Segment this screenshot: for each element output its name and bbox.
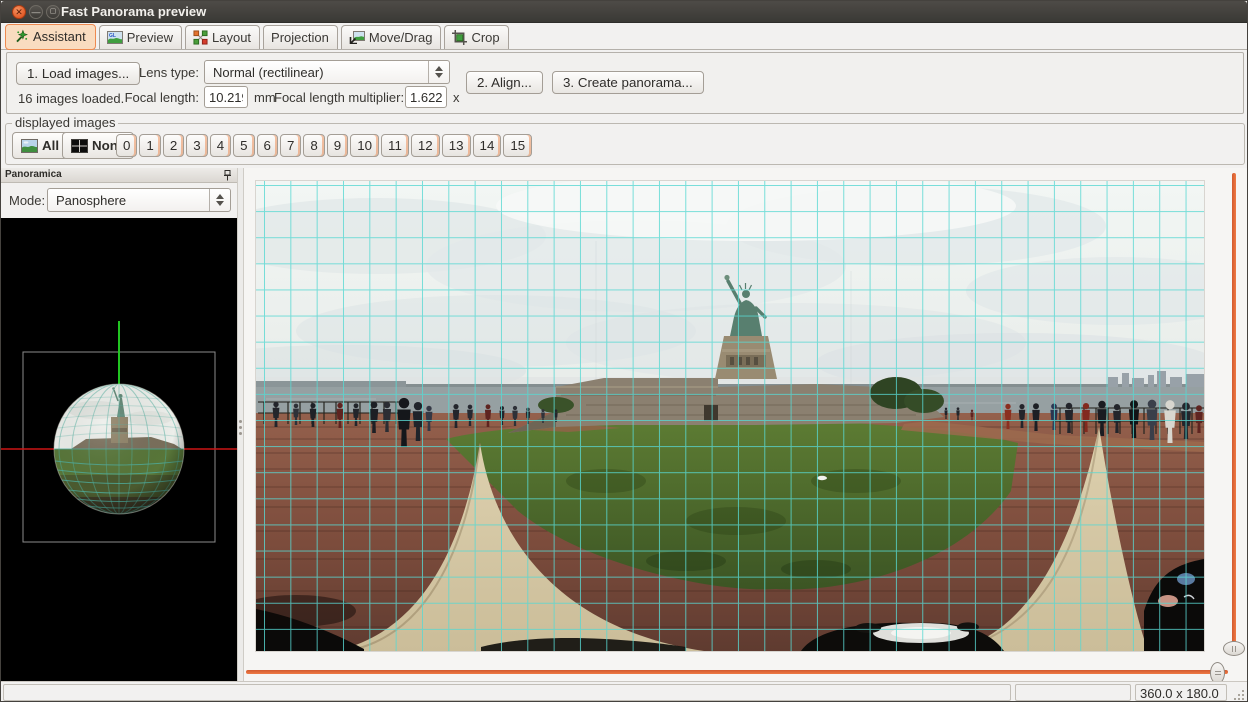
tab-layout[interactable]: Layout bbox=[185, 25, 260, 49]
pano-size-field: 360.0 x 180.0 bbox=[1135, 684, 1227, 701]
panorama-render bbox=[256, 181, 1204, 651]
panel-title: Panoramica bbox=[5, 169, 62, 180]
pitch-slider[interactable] bbox=[1230, 173, 1238, 663]
status-middle-field bbox=[1015, 684, 1131, 701]
image-toggle-4[interactable]: 4 bbox=[210, 134, 231, 157]
mode-label: Mode: bbox=[9, 193, 45, 208]
focal-multiplier-label: Focal length multiplier: bbox=[274, 90, 404, 105]
move-image-icon bbox=[349, 31, 365, 44]
panel-splitter[interactable] bbox=[237, 168, 244, 681]
tab-crop[interactable]: Crop bbox=[444, 25, 508, 49]
status-message-field bbox=[3, 684, 1011, 701]
landscape-thumbnail-icon bbox=[21, 139, 38, 153]
focal-length-unit: mm bbox=[254, 90, 276, 105]
image-toggle-row: 0 1 2 3 4 5 6 7 8 9 10 11 12 13 14 15 bbox=[116, 134, 532, 157]
maximize-icon[interactable]: ▢ bbox=[46, 5, 60, 19]
tab-label: Assistant bbox=[33, 29, 86, 44]
panosphere-3d-view[interactable] bbox=[1, 218, 237, 681]
lens-type-combobox[interactable]: Normal (rectilinear) bbox=[204, 60, 450, 84]
tab-move-drag[interactable]: Move/Drag bbox=[341, 25, 442, 49]
focal-multiplier-input[interactable] bbox=[405, 86, 447, 108]
image-toggle-8[interactable]: 8 bbox=[303, 134, 324, 157]
tab-bar: Assistant GL Preview Layout Projection bbox=[1, 24, 1247, 50]
crop-image-icon bbox=[452, 30, 467, 45]
preview-area bbox=[244, 168, 1248, 681]
spinner-arrows-icon bbox=[209, 189, 230, 211]
image-toggle-7[interactable]: 7 bbox=[280, 134, 301, 157]
pin-icon[interactable] bbox=[223, 170, 232, 181]
panorama-canvas[interactable] bbox=[256, 181, 1204, 651]
sphere bbox=[54, 384, 184, 517]
displayed-images-group: displayed images All None 0 1 2 3 4 5 6 … bbox=[5, 123, 1245, 165]
layout-grid-icon bbox=[193, 30, 208, 45]
fast-panorama-preview-window: ✕ — ▢ Fast Panorama preview Assistant GL… bbox=[0, 0, 1248, 702]
black-thumbnail-icon bbox=[71, 139, 88, 153]
gl-landscape-icon: GL bbox=[107, 31, 123, 44]
show-all-label: All bbox=[42, 138, 59, 153]
focal-multiplier-unit: x bbox=[453, 90, 460, 105]
wand-icon bbox=[14, 29, 29, 44]
pitch-slider-track[interactable] bbox=[1232, 173, 1236, 651]
image-toggle-12[interactable]: 12 bbox=[411, 134, 440, 157]
image-toggle-13[interactable]: 13 bbox=[442, 134, 471, 157]
load-images-button[interactable]: 1. Load images... bbox=[16, 62, 140, 85]
window-title: Fast Panorama preview bbox=[61, 4, 206, 19]
displayed-images-label: displayed images bbox=[12, 115, 118, 130]
mode-value: Panosphere bbox=[48, 193, 209, 208]
minimize-icon[interactable]: — bbox=[29, 5, 43, 19]
image-toggle-6[interactable]: 6 bbox=[257, 134, 278, 157]
image-toggle-15[interactable]: 15 bbox=[503, 134, 532, 157]
focal-length-label: Focal length: bbox=[112, 90, 199, 105]
tab-label: Move/Drag bbox=[369, 30, 433, 45]
panel-header: Panoramica bbox=[1, 168, 237, 183]
status-bar: 360.0 x 180.0 bbox=[1, 681, 1247, 702]
tab-label: Crop bbox=[471, 30, 499, 45]
show-all-button[interactable]: All bbox=[12, 132, 68, 159]
tab-label: Projection bbox=[271, 30, 329, 45]
image-toggle-11[interactable]: 11 bbox=[381, 134, 409, 157]
yaw-slider-track[interactable] bbox=[246, 670, 1228, 674]
image-toggle-5[interactable]: 5 bbox=[233, 134, 254, 157]
image-toggle-3[interactable]: 3 bbox=[186, 134, 207, 157]
tab-label: Layout bbox=[212, 30, 251, 45]
mode-combobox[interactable]: Panosphere bbox=[47, 188, 231, 212]
image-toggle-14[interactable]: 14 bbox=[473, 134, 502, 157]
images-loaded-status: 16 images loaded. bbox=[18, 91, 124, 106]
align-button[interactable]: 2. Align... bbox=[466, 71, 543, 94]
svg-text:GL: GL bbox=[109, 33, 116, 39]
mode-row: Mode: Panosphere bbox=[1, 183, 237, 218]
tab-assistant[interactable]: Assistant bbox=[5, 24, 96, 50]
create-panorama-button[interactable]: 3. Create panorama... bbox=[552, 71, 704, 94]
spinner-arrows-icon bbox=[428, 61, 449, 83]
focal-length-input[interactable] bbox=[204, 86, 248, 108]
image-toggle-0[interactable]: 0 bbox=[116, 134, 137, 157]
lens-type-label: Lens type: bbox=[127, 65, 199, 80]
lens-type-value: Normal (rectilinear) bbox=[205, 65, 428, 80]
resize-grip[interactable] bbox=[1242, 698, 1244, 700]
titlebar[interactable]: ✕ — ▢ Fast Panorama preview bbox=[1, 1, 1247, 23]
grid-overlay bbox=[256, 181, 1204, 651]
image-toggle-1[interactable]: 1 bbox=[139, 134, 160, 157]
tab-preview[interactable]: GL Preview bbox=[99, 25, 182, 49]
image-toggle-2[interactable]: 2 bbox=[163, 134, 184, 157]
panosphere-render bbox=[1, 218, 237, 681]
assistant-toolbar: 1. Load images... 16 images loaded. Lens… bbox=[6, 52, 1244, 114]
tab-label: Preview bbox=[127, 30, 173, 45]
panosphere-panel: Panoramica Mode: Panosphere bbox=[1, 168, 237, 681]
tab-projection[interactable]: Projection bbox=[263, 25, 338, 49]
image-toggle-10[interactable]: 10 bbox=[350, 134, 379, 157]
image-toggle-9[interactable]: 9 bbox=[327, 134, 348, 157]
close-icon[interactable]: ✕ bbox=[12, 5, 26, 19]
pitch-slider-handle[interactable] bbox=[1223, 641, 1245, 656]
